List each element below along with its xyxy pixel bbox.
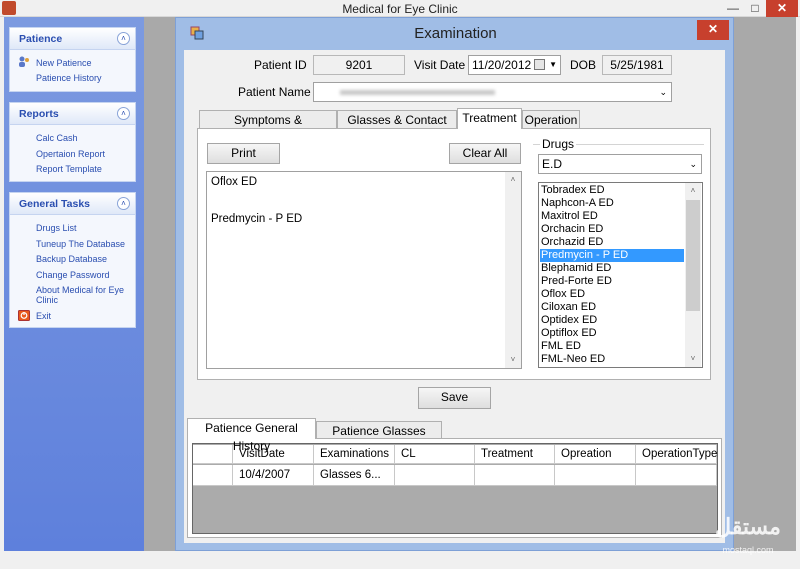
general-tasks-panel-header[interactable]: General Tasks ˄ [10,193,135,215]
window-frame-right [796,17,800,569]
drug-list-item[interactable]: Orchazid ED [540,236,684,249]
visit-date-value: 11/20/2012 [472,58,532,72]
close-icon[interactable]: ✕ [766,0,798,17]
drug-form-combo[interactable]: E.D ⌄ [538,154,702,174]
chevron-down-icon[interactable]: ▼ [549,56,557,74]
drug-list-item[interactable]: FML ED [540,340,684,353]
new-patient-icon [19,56,29,67]
tab-treatment[interactable]: Treatment [457,108,522,129]
tab-symptoms[interactable]: Symptoms & Examinations [199,110,337,145]
drug-list-item[interactable]: Blephamid ED [540,262,684,275]
collapse-icon[interactable]: ˄ [117,197,130,210]
visit-date-label: Visit Date [414,58,466,72]
grid-header-cell[interactable]: Treatment [475,445,555,464]
clear-all-button[interactable]: Clear All [449,143,521,164]
tab-operation[interactable]: Operation [522,110,580,129]
table-cell[interactable] [555,465,636,486]
reports-panel-header[interactable]: Reports ˄ [10,103,135,125]
tuneup-database-link[interactable]: Tuneup The Database [36,239,125,249]
report-template-link[interactable]: Report Template [36,164,102,174]
task-sidebar: Patience ˄ New Patience Patience History… [4,17,144,551]
patience-panel: Patience ˄ New Patience Patience History [9,27,136,92]
dob-label: DOB [570,58,597,72]
exit-icon [18,310,30,321]
drug-list-item[interactable]: FML-Neo ED [540,353,684,366]
status-strip [4,551,796,569]
scroll-up-icon[interactable]: ˄ [685,183,701,199]
table-cell[interactable]: 10/4/2007 [233,465,314,486]
exit-link[interactable]: Exit [36,311,51,321]
drugs-scrollbar[interactable]: ˄ ˅ [685,183,701,367]
table-cell[interactable] [395,465,475,486]
general-tasks-panel: General Tasks ˄ Drugs List Tuneup The Da… [9,192,136,328]
table-cell[interactable] [636,465,717,486]
prescription-textarea[interactable] [206,171,522,369]
drug-list-item[interactable]: Pred-Forte ED [540,275,684,288]
maximize-icon[interactable]: □ [744,0,766,17]
chevron-down-icon[interactable]: ⌄ [689,155,697,173]
tab-general-history[interactable]: Patience General History [187,418,316,453]
row-header[interactable] [193,465,233,486]
watermark-sub: mostaql.com [722,545,774,555]
scroll-down-icon[interactable]: ˅ [505,352,521,368]
grid-header-cell[interactable]: CL [395,445,475,464]
grid-header-cell[interactable]: Examinations [314,445,395,464]
drug-list-item[interactable]: Ciloxan ED [540,301,684,314]
drug-list-item[interactable]: Orchacin ED [540,223,684,236]
scroll-down-icon[interactable]: ˅ [685,351,701,367]
patient-id-label: Patient ID [254,58,307,72]
collapse-icon[interactable]: ˄ [117,107,130,120]
print-button[interactable]: Print [207,143,280,164]
patience-history-link[interactable]: Patience History [36,73,102,83]
reports-panel: Reports ˄ Calc Cash Opertaion Report Rep… [9,102,136,182]
patient-name-combo[interactable]: ⌄ [313,82,672,102]
dob-field: 5/25/1981 [602,55,672,75]
calendar-icon[interactable] [534,59,545,70]
scroll-thumb[interactable] [686,200,700,311]
table-cell[interactable] [475,465,555,486]
grid-header-cell[interactable]: OperationType [636,445,717,464]
drug-list-item[interactable]: Tobradex ED [540,184,684,197]
drug-list-item[interactable]: Optidex ED [540,314,684,327]
blurred-name [340,90,495,95]
grid-corner [193,445,233,464]
calc-cash-link[interactable]: Calc Cash [36,133,78,143]
patient-name-label: Patient Name [238,85,311,99]
panel-title: Patience [19,33,63,45]
close-icon[interactable]: ✕ [697,20,729,40]
visit-date-picker[interactable]: 11/20/2012 ▼ [468,55,561,75]
drug-list-item[interactable]: Naphcon-A ED [540,197,684,210]
minimize-icon[interactable]: — [722,0,744,17]
drug-list-item[interactable]: Predmycin - P ED [540,249,684,262]
operation-report-link[interactable]: Opertaion Report [36,149,105,159]
drugs-list-link[interactable]: Drugs List [36,223,77,233]
save-button[interactable]: Save [418,387,491,409]
panel-title: Reports [19,108,59,120]
drug-form-value: E.D [542,157,563,171]
change-password-link[interactable]: Change Password [36,270,110,280]
collapse-icon[interactable]: ˄ [117,32,130,45]
table-cell[interactable]: Glasses 6... [314,465,395,486]
scroll-up-icon[interactable]: ˄ [505,172,521,188]
tab-glasses[interactable]: Glasses & Contact Lens [337,110,457,145]
prescription-line: Predmycin - P ED [211,213,303,225]
patience-panel-header[interactable]: Patience ˄ [10,28,135,50]
chevron-down-icon[interactable]: ⌄ [659,83,667,101]
drug-list-item[interactable]: Oflox ED [540,288,684,301]
panel-title: General Tasks [19,198,91,210]
about-link[interactable]: About Medical for Eye Clinic [36,285,131,305]
grid-header-cell[interactable]: Opreation [555,445,636,464]
drug-list-item[interactable]: Maxitrol ED [540,210,684,223]
new-patience-link[interactable]: New Patience [36,58,92,68]
drugs-label: Drugs [540,137,577,151]
prescription-scrollbar[interactable]: ˄ ˅ [505,172,521,368]
prescription-line: Oflox ED [211,176,258,188]
app-title: Medical for Eye Clinic [342,2,458,16]
window-title: Examination [414,25,497,42]
backup-database-link[interactable]: Backup Database [36,254,107,264]
drug-list-item[interactable]: Optiflox ED [540,327,684,340]
patient-id-field: 9201 [313,55,405,75]
